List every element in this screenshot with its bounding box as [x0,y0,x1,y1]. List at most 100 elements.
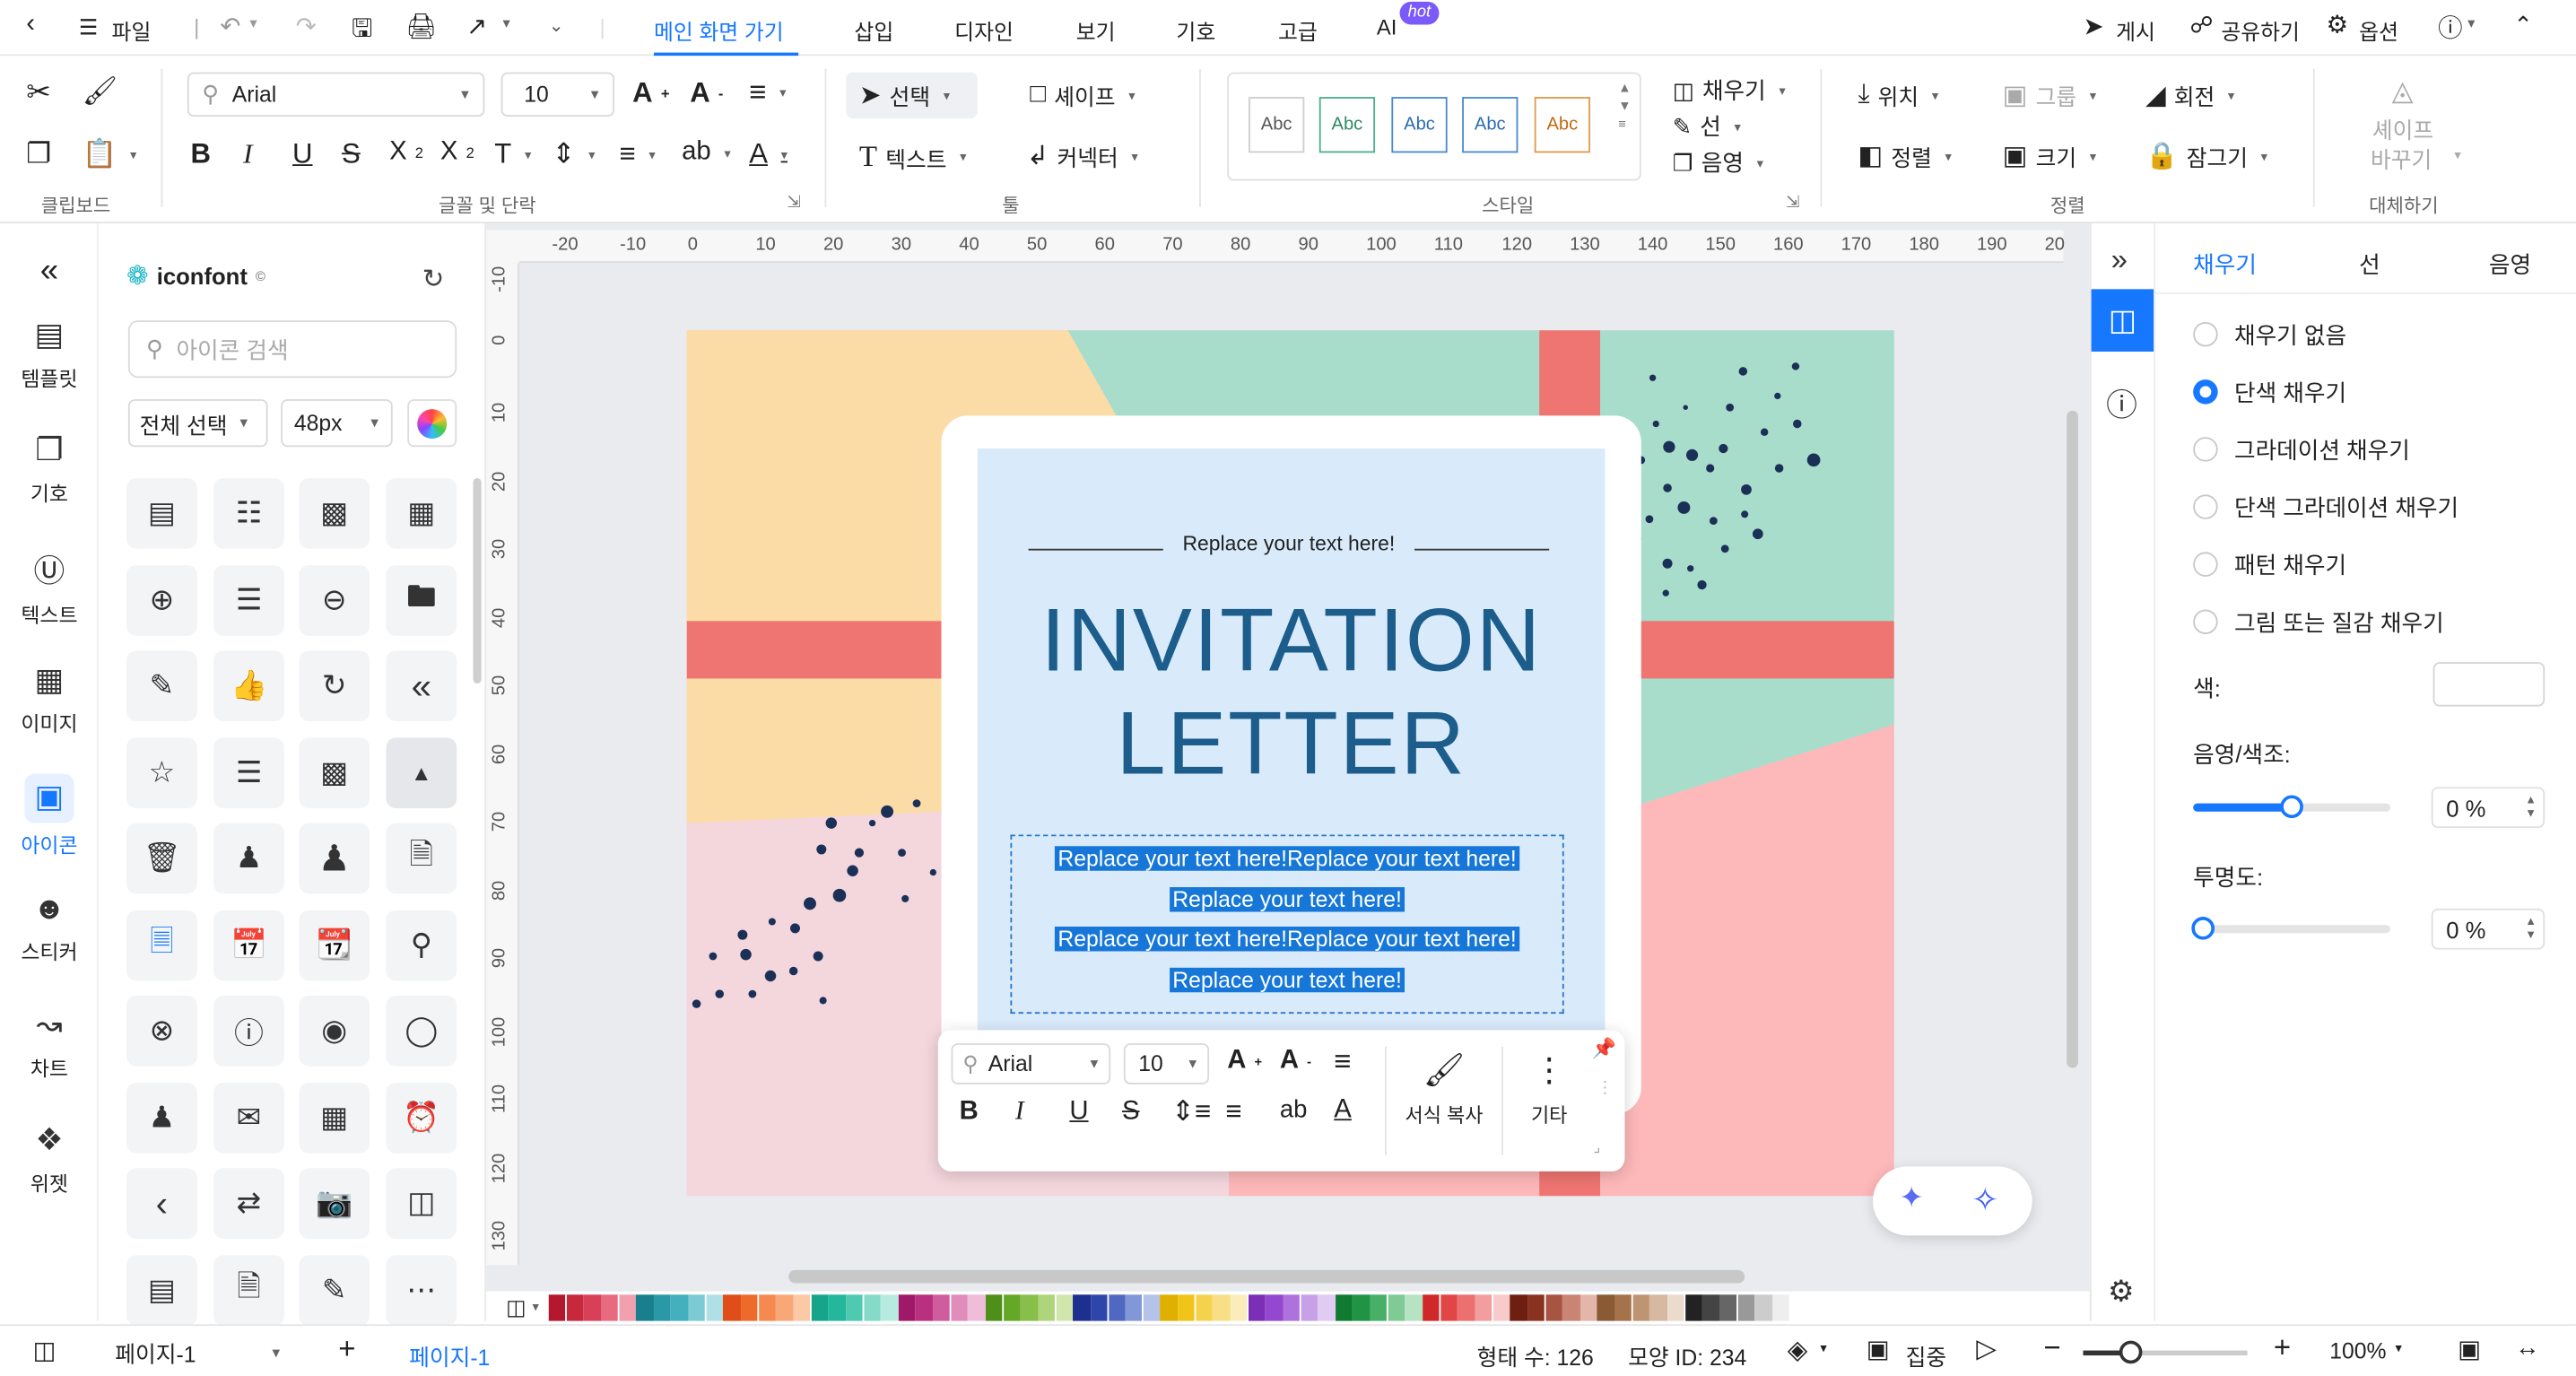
publish-button[interactable]: 게시 [2116,14,2155,46]
italic-icon[interactable]: I [243,138,252,171]
alarm-clock-icon[interactable]: ⏰ [386,1083,457,1154]
style-swatch[interactable]: Abc [1462,97,1519,153]
close-circle-icon[interactable]: ⊗ [126,995,197,1067]
color-swatch[interactable] [1649,1294,1667,1321]
title-line-2[interactable]: LETTER [978,693,1606,796]
nav-templates[interactable]: ▤ 템플릿 [0,317,99,392]
hamburger-icon[interactable]: ☰ [79,14,98,40]
color-swatch[interactable] [846,1294,864,1321]
color-swatch[interactable] [1353,1294,1371,1321]
float-size-select[interactable]: 10 ▼ [1123,1043,1210,1084]
sync-icon[interactable]: ⇄ [213,1168,284,1240]
color-swatch[interactable] [1213,1294,1231,1321]
color-swatch[interactable] [636,1294,654,1321]
subscript-icon[interactable]: X2 [440,138,474,168]
text-case-icon[interactable]: ab ▾ [682,138,731,168]
color-swatch[interactable] [741,1294,759,1321]
help-dropdown-icon[interactable]: ▾ [2467,14,2475,32]
color-swatch[interactable] [1510,1294,1527,1321]
tab-symbol[interactable]: 기호 [1176,14,1215,46]
group-button[interactable]: ▣ 그룹 ▾ [2003,79,2096,112]
subtitle-text[interactable]: Replace your text here! [1163,532,1414,555]
strikethrough-icon[interactable]: S [1122,1098,1140,1128]
nav-stickers[interactable]: ☻ 스티커 [0,893,99,966]
shadow-button[interactable]: ❐ 음영 ▾ [1673,146,1763,179]
connector-tool-button[interactable]: ↲ 커넥터 ▾ [1027,140,1138,173]
list-circle-icon[interactable]: ☰ [213,737,284,809]
picture-icon[interactable]: ▦ [386,477,457,549]
tab-line[interactable]: 선 [2359,248,2380,282]
caret-up-icon[interactable]: ▲ [386,737,457,809]
sparkle-icon[interactable]: ✧ [1971,1180,1999,1221]
font-color-icon[interactable]: A ▾ [749,138,788,171]
dialog-launcher-icon[interactable]: ⇲ [787,194,800,212]
line-spacing-icon[interactable]: ⇕≡ [1171,1096,1211,1129]
collapse-ribbon-icon[interactable]: ⌃ [2513,12,2532,39]
color-swatch[interactable] [1090,1294,1108,1321]
expand-panel-icon[interactable]: » [2111,243,2128,277]
stepper-icon[interactable]: ▲ ▼ [2525,916,2537,942]
replace-shape-label-2[interactable]: 바꾸기 [2371,142,2432,175]
color-swatch[interactable] [1667,1294,1685,1321]
color-swatch[interactable] [758,1294,776,1321]
style-swatch[interactable]: Abc [1249,97,1305,153]
save-icon[interactable]: 🖫 [352,12,372,53]
nav-widgets[interactable]: ❖ 위젯 [0,1122,99,1197]
color-swatch[interactable] [1003,1294,1021,1321]
color-swatch[interactable] [723,1294,741,1321]
color-swatch[interactable] [828,1294,846,1321]
fill-bucket-icon[interactable]: ◫ [506,1294,527,1320]
layers-icon[interactable]: ◈ [1788,1334,1808,1367]
trash-icon[interactable]: 🗑 [126,823,197,894]
color-swatch[interactable] [706,1294,724,1321]
options-button[interactable]: 옵션 [2359,14,2398,46]
opacity-slider-handle[interactable] [2191,917,2215,940]
color-swatch[interactable] [1493,1294,1510,1321]
add-page-icon[interactable]: + [338,1332,355,1366]
color-swatch[interactable] [1440,1294,1458,1321]
color-swatch[interactable] [1405,1294,1423,1321]
color-picker-button[interactable] [407,399,457,448]
zoom-in-icon[interactable]: ⊕ [126,565,197,636]
title-line-1[interactable]: INVITATION [978,590,1606,692]
doc-search-icon[interactable]: 🗏 [126,910,197,981]
select-tool-button[interactable]: ➤ 선택 ▾ [859,79,950,112]
info-circle-icon[interactable]: ⓘ [213,995,284,1067]
color-swatch[interactable] [863,1294,881,1321]
icon-search-input[interactable]: ⚲ 아이콘 검색 [127,320,457,379]
decrease-font-icon[interactable]: A- [690,77,723,110]
back-icon[interactable]: ‹ [26,10,35,39]
file-menu[interactable]: 파일 [112,14,152,46]
float-font-select[interactable]: ⚲ Arial ▼ [951,1043,1111,1084]
focus-icon[interactable]: ▣ [1867,1334,1890,1363]
user-icon[interactable]: ♟ [299,823,370,894]
stepper-icon[interactable]: ▲ ▼ [2525,795,2537,821]
chevron-left-icon[interactable]: ‹ [126,1168,197,1240]
color-swatch[interactable] [1632,1294,1650,1321]
share-icon[interactable]: ☍ [2190,12,2214,39]
mail-icon[interactable]: ✉ [213,1083,284,1154]
tab-home[interactable]: 메인 화면 가기 [654,14,784,46]
color-swatch[interactable] [1475,1294,1493,1321]
strikethrough-icon[interactable]: S [342,138,361,171]
color-swatch[interactable] [1248,1294,1266,1321]
color-swatch[interactable] [1702,1294,1719,1321]
fullscreen-icon[interactable]: ↔ [2515,1334,2539,1362]
opacity-value-input[interactable]: 0 % ▲ ▼ [2431,908,2546,950]
color-swatch[interactable] [1283,1294,1301,1321]
color-swatch[interactable] [951,1294,968,1321]
color-swatch[interactable] [618,1294,636,1321]
color-swatch[interactable] [566,1294,584,1321]
export-icon[interactable]: ↗ [466,12,487,41]
selected-text-box[interactable]: Replace your text here! Replace your text… [1010,834,1564,1015]
zoom-slider-track[interactable] [2083,1340,2248,1364]
color-swatch[interactable] [1055,1294,1073,1321]
color-swatch[interactable] [1458,1294,1475,1321]
refresh-circle-icon[interactable]: ↻ [299,650,370,722]
color-swatch[interactable] [1423,1294,1440,1321]
page-panel-icon[interactable]: ◫ [33,1336,57,1365]
option-picture-fill[interactable]: 그림 또는 질감 채우기 [2234,606,2444,640]
nav-symbols[interactable]: ❐ 기호 [0,432,99,508]
users-icon[interactable]: ♟ [126,1083,197,1154]
receipt-icon[interactable]: 🗎 [213,1255,284,1327]
